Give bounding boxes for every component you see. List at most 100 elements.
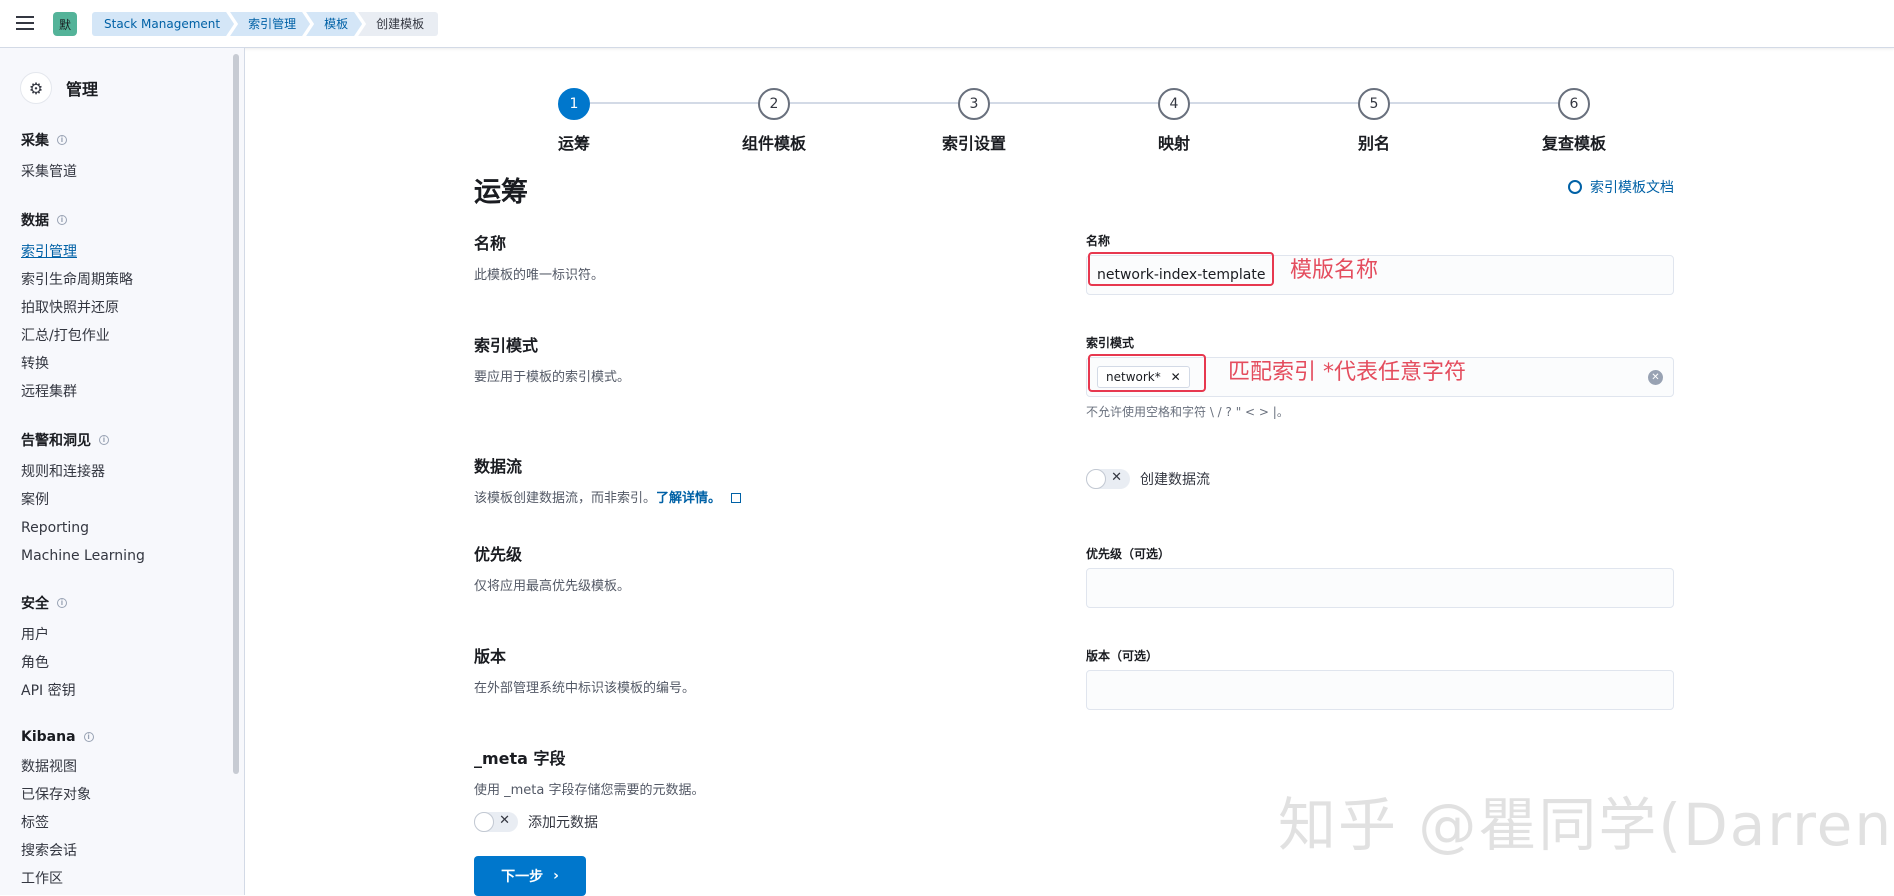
sidebar-header: ⚙ 管理	[20, 72, 98, 104]
sidebar-group-title: 采集	[21, 133, 49, 149]
sidebar-item-snapshot-restore[interactable]: 拍取快照并还原	[21, 294, 133, 322]
breadcrumb-templates[interactable]: 模板	[306, 12, 362, 36]
pattern-label: 索引模式	[1086, 336, 1135, 350]
sidebar-item-machine-learning[interactable]: Machine Learning	[21, 542, 145, 570]
breadcrumb-stack-management[interactable]: Stack Management	[92, 12, 234, 36]
step-number: 5	[1358, 88, 1390, 120]
name-field: 名称 network-index-template 模版名称	[1086, 232, 1674, 295]
sidebar-item-ingest-pipelines[interactable]: 采集管道	[21, 158, 77, 186]
step-aliases[interactable]: 5 别名	[1274, 88, 1474, 154]
pattern-field: 索引模式 network* ✕ ✕ 匹配索引 *代表任意字符 不允许使用空格和字…	[1086, 334, 1674, 420]
step-label: 别名	[1357, 134, 1390, 153]
info-icon: i	[57, 135, 67, 145]
sidebar-group-security: 安全 i 用户 角色 API 密钥	[21, 593, 76, 705]
sidebar-group-data: 数据 i 索引管理 索引生命周期策略 拍取快照并还原 汇总/打包作业 转换 远程集…	[21, 210, 133, 406]
info-icon: i	[99, 435, 109, 445]
sidebar-group-ingest: 采集 i 采集管道	[21, 130, 77, 186]
gear-icon: ⚙	[20, 72, 52, 104]
datastream-desc-text: 该模板创建数据流，而非索引。	[474, 491, 657, 506]
sidebar-item-transforms[interactable]: 转换	[21, 350, 133, 378]
sidebar-group-title: 安全	[21, 596, 49, 612]
annotation-box	[1088, 354, 1206, 392]
doc-link-label: 索引模板文档	[1590, 180, 1674, 196]
priority-label: 优先级（可选）	[1086, 547, 1171, 561]
annotation-text: 模版名称	[1290, 258, 1379, 283]
sidebar-item-spaces[interactable]: 工作区	[21, 865, 94, 893]
meta-toggle-label: 添加元数据	[528, 815, 598, 831]
clear-icon[interactable]: ✕	[1648, 370, 1663, 385]
watermark: 知乎 @瞿同学(Darren)	[1278, 791, 1894, 859]
info-icon: i	[83, 732, 94, 742]
priority-input[interactable]	[1086, 568, 1674, 608]
step-number: 4	[1158, 88, 1190, 120]
info-icon: i	[57, 598, 67, 608]
meta-title: _meta 字段	[474, 749, 566, 768]
step-label: 索引设置	[941, 134, 1006, 153]
annotation-box	[1088, 252, 1274, 286]
sidebar-group-title: 告警和洞见	[21, 433, 91, 449]
step-index-settings[interactable]: 3 索引设置	[874, 88, 1074, 154]
stepper: 1 运筹 2 组件模板 3 索引设置 4 映射 5 别名 6 复查模板	[474, 68, 1674, 153]
step-number: 1	[558, 88, 590, 120]
sidebar-item-users[interactable]: 用户	[21, 621, 76, 649]
sidebar-group-kibana: Kibana i 数据视图 已保存对象 标签 搜索会话 工作区	[21, 729, 94, 893]
sidebar-item-rules-connectors[interactable]: 规则和连接器	[21, 458, 145, 486]
sidebar-item-remote-clusters[interactable]: 远程集群	[21, 378, 133, 406]
switch-off-icon: ✕	[1111, 470, 1122, 485]
step-logistics[interactable]: 1 运筹	[474, 88, 674, 154]
chevron-right-icon: ›	[553, 868, 559, 884]
step-number: 3	[958, 88, 990, 120]
sidebar-item-ilm-policies[interactable]: 索引生命周期策略	[21, 266, 133, 294]
datastream-toggle[interactable]: ✕ 创建数据流	[1086, 469, 1674, 489]
sidebar-item-search-sessions[interactable]: 搜索会话	[21, 837, 94, 865]
external-link-icon	[731, 493, 742, 503]
step-mappings[interactable]: 4 映射	[1074, 88, 1274, 154]
sidebar-item-data-views[interactable]: 数据视图	[21, 753, 94, 781]
version-field: 版本（可选）	[1086, 647, 1674, 710]
next-button-label: 下一步	[501, 869, 544, 885]
sidebar-item-api-keys[interactable]: API 密钥	[21, 677, 76, 705]
step-label: 运筹	[557, 134, 590, 153]
breadcrumb-create-template: 创建模板	[358, 12, 439, 36]
menu-icon[interactable]	[16, 16, 34, 30]
learn-more-link[interactable]: 了解详情。	[656, 491, 721, 506]
step-number: 6	[1558, 88, 1590, 120]
step-label: 组件模板	[741, 134, 806, 153]
switch-off-icon: ✕	[499, 813, 510, 828]
info-icon: i	[57, 215, 67, 225]
datastream-toggle-label: 创建数据流	[1140, 472, 1210, 488]
sidebar-item-saved-objects[interactable]: 已保存对象	[21, 781, 94, 809]
next-button[interactable]: 下一步 ›	[474, 856, 586, 896]
meta-switch[interactable]: ✕	[474, 812, 518, 832]
pattern-help: 不允许使用空格和字符 \ / ? " < > |。	[1086, 405, 1289, 419]
step-label: 映射	[1157, 134, 1190, 153]
version-label: 版本（可选）	[1086, 649, 1159, 663]
step-review[interactable]: 6 复查模板	[1474, 88, 1674, 154]
top-bar: 默 Stack Management 索引管理 模板 创建模板	[0, 0, 1894, 48]
sidebar-title: 管理	[66, 80, 99, 99]
sidebar: ⚙ 管理 采集 i 采集管道 数据 i 索引管理 索引生命周期策略 拍取快照并还原 …	[0, 48, 245, 895]
step-label: 复查模板	[1541, 134, 1606, 153]
index-template-docs-link[interactable]: 索引模板文档	[1568, 177, 1674, 197]
breadcrumb-index-management[interactable]: 索引管理	[230, 12, 310, 36]
sidebar-group-alerts: 告警和洞见 i 规则和连接器 案例 Reporting Machine Learn…	[21, 430, 145, 570]
datastream-desc: 该模板创建数据流，而非索引。了解详情。	[474, 487, 1674, 506]
sidebar-item-cases[interactable]: 案例	[21, 486, 145, 514]
step-component-templates[interactable]: 2 组件模板	[674, 88, 874, 154]
sidebar-scrollbar[interactable]	[233, 54, 239, 774]
help-icon	[1568, 180, 1582, 194]
sidebar-group-title: 数据	[21, 213, 49, 229]
datastream-switch[interactable]: ✕	[1086, 469, 1130, 489]
sidebar-item-tags[interactable]: 标签	[21, 809, 94, 837]
sidebar-item-index-management[interactable]: 索引管理	[21, 238, 133, 266]
priority-field: 优先级（可选）	[1086, 545, 1674, 608]
version-input[interactable]	[1086, 670, 1674, 710]
annotation-text: 匹配索引 *代表任意字符	[1228, 360, 1466, 385]
sidebar-item-rollup-jobs[interactable]: 汇总/打包作业	[21, 322, 133, 350]
name-label: 名称	[1086, 234, 1111, 248]
page-title: 运筹	[474, 177, 528, 208]
space-avatar[interactable]: 默	[53, 12, 77, 36]
sidebar-group-title: Kibana	[21, 729, 76, 745]
sidebar-item-reporting[interactable]: Reporting	[21, 514, 145, 542]
sidebar-item-roles[interactable]: 角色	[21, 649, 76, 677]
